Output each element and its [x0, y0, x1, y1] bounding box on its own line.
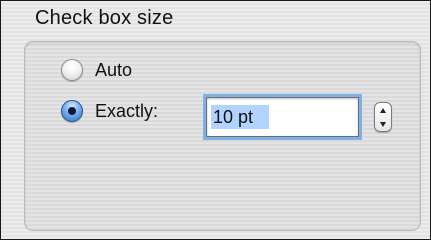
stepper-down-button[interactable] [375, 117, 391, 131]
auto-radio-option[interactable]: Auto [61, 59, 132, 81]
stepper-up-button[interactable] [375, 103, 391, 117]
exactly-radio-label[interactable]: Exactly: [95, 101, 158, 122]
auto-radio-label[interactable]: Auto [95, 60, 132, 81]
chevron-up-icon [380, 107, 386, 113]
auto-radio-button[interactable] [61, 59, 83, 81]
radio-selected-dot [68, 107, 76, 115]
size-stepper[interactable] [374, 102, 392, 132]
chevron-down-icon [380, 121, 386, 127]
group-title: Check box size [35, 7, 174, 29]
exactly-radio-button[interactable] [61, 100, 83, 122]
dialog-panel: Check box size Auto Exactly: 10 pt [0, 0, 431, 240]
exactly-radio-option[interactable]: Exactly: [61, 100, 158, 122]
size-input-value: 10 pt [213, 107, 254, 127]
